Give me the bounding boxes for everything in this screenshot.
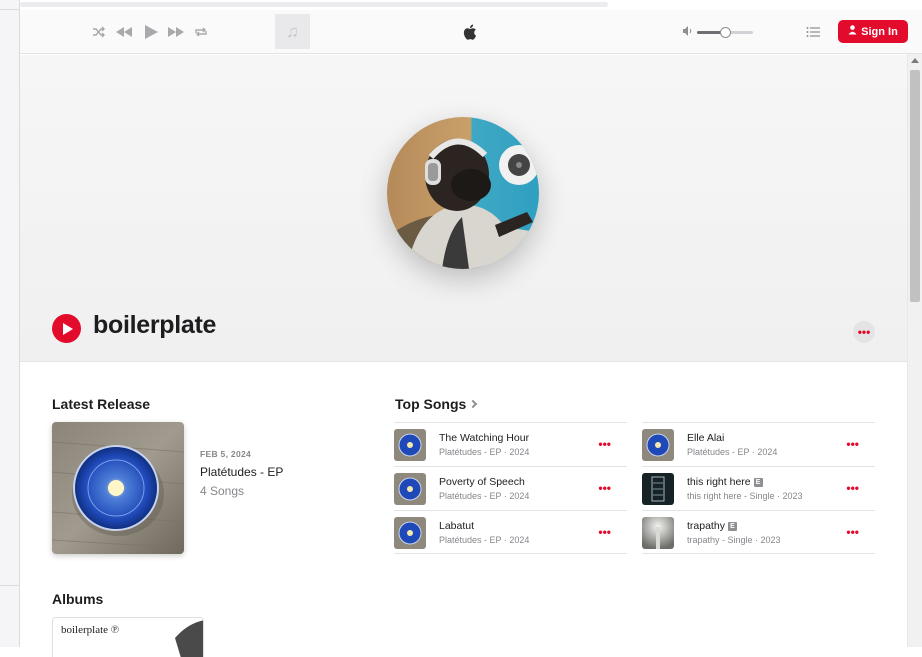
song-artwork[interactable]: [642, 517, 674, 549]
chevron-right-icon: [469, 399, 478, 409]
song-more-button[interactable]: •••: [598, 525, 611, 539]
release-title[interactable]: Platétudes - EP: [200, 465, 283, 479]
artist-avatar: [387, 117, 539, 269]
song-row[interactable]: Elle Alai Platétudes - EP · 2024 •••: [642, 422, 875, 466]
top-songs-heading[interactable]: Top Songs: [395, 396, 478, 412]
explicit-badge: E: [727, 522, 737, 531]
song-row[interactable]: trapathy E trapathy - Single · 2023 •••: [642, 510, 875, 554]
song-subtitle: Platétudes - EP · 2024: [439, 535, 530, 545]
song-artwork[interactable]: [642, 429, 674, 461]
play-artist-button[interactable]: [52, 314, 81, 343]
albums-heading: Albums: [52, 591, 104, 607]
song-subtitle: trapathy - Single · 2023: [687, 535, 781, 545]
song-subtitle: Platétudes - EP · 2024: [439, 491, 530, 501]
divider: [0, 585, 20, 586]
latest-release-artwork[interactable]: [52, 422, 184, 554]
song-more-button[interactable]: •••: [598, 481, 611, 495]
page-scrollbar[interactable]: [907, 54, 922, 647]
volume-icon: [682, 24, 694, 38]
song-more-button[interactable]: •••: [598, 437, 611, 451]
song-title[interactable]: Elle Alai: [687, 432, 724, 444]
song-artwork[interactable]: [394, 517, 426, 549]
song-subtitle: Platétudes - EP · 2024: [439, 447, 530, 457]
shuffle-icon[interactable]: [92, 22, 106, 42]
song-subtitle: this right here - Single · 2023: [687, 491, 803, 501]
song-title[interactable]: Labatut: [439, 520, 474, 532]
song-artwork[interactable]: [642, 473, 674, 505]
latest-release-heading: Latest Release: [52, 396, 151, 412]
song-row[interactable]: Poverty of Speech Platétudes - EP · 2024 •…: [394, 466, 627, 510]
previous-icon[interactable]: [114, 22, 134, 42]
music-note-icon: ♫: [286, 21, 299, 41]
top-edge-bar: [20, 2, 608, 7]
play-icon[interactable]: [143, 22, 159, 42]
top-songs-column: The Watching Hour Platétudes - EP · 2024 •…: [394, 422, 627, 554]
song-row[interactable]: this right here E this right here - Single…: [642, 466, 875, 510]
explicit-badge: E: [753, 478, 763, 487]
apple-logo-icon: [461, 22, 481, 42]
song-title[interactable]: Poverty of Speech: [439, 476, 525, 488]
top-songs-label: Top Songs: [395, 396, 467, 412]
song-title[interactable]: trapathy E: [687, 520, 737, 532]
sign-in-button[interactable]: Sign In: [838, 20, 908, 43]
repeat-icon[interactable]: [194, 22, 208, 42]
song-subtitle: Platétudes - EP · 2024: [687, 447, 778, 457]
top-edge: [20, 0, 922, 10]
song-title[interactable]: this right here E: [687, 476, 763, 488]
song-title[interactable]: The Watching Hour: [439, 432, 529, 444]
song-artwork[interactable]: [394, 429, 426, 461]
volume-slider[interactable]: [697, 27, 753, 38]
player-bar: ♫ Sign In: [20, 10, 922, 54]
sign-in-label: Sign In: [861, 25, 898, 38]
song-artwork[interactable]: [394, 473, 426, 505]
artist-name: boilerplate: [93, 311, 217, 339]
album-card[interactable]: boilerplate ℗: [52, 617, 204, 657]
scrollbar-thumb[interactable]: [910, 70, 920, 302]
song-more-button[interactable]: •••: [846, 481, 859, 495]
now-playing-artwork: ♫: [275, 14, 310, 49]
song-row[interactable]: Labatut Platétudes - EP · 2024 •••: [394, 510, 627, 554]
volume-slider-knob[interactable]: [720, 27, 731, 38]
song-more-button[interactable]: •••: [846, 437, 859, 451]
left-sidebar-edge: [0, 0, 20, 647]
divider: [0, 9, 20, 10]
release-song-count: 4 Songs: [200, 484, 245, 498]
next-icon[interactable]: [166, 22, 186, 42]
song-row[interactable]: The Watching Hour Platétudes - EP · 2024 •…: [394, 422, 627, 466]
more-options-button[interactable]: •••: [853, 321, 875, 343]
up-next-list-icon[interactable]: [806, 25, 820, 37]
person-icon: [848, 25, 857, 38]
scroll-up-arrow-icon[interactable]: [911, 58, 919, 63]
release-date: FEB 5, 2024: [200, 449, 252, 459]
song-more-button[interactable]: •••: [846, 525, 859, 539]
artist-hero: boilerplate •••: [20, 55, 907, 362]
top-songs-column: Elle Alai Platétudes - EP · 2024 ••• this r…: [642, 422, 875, 554]
